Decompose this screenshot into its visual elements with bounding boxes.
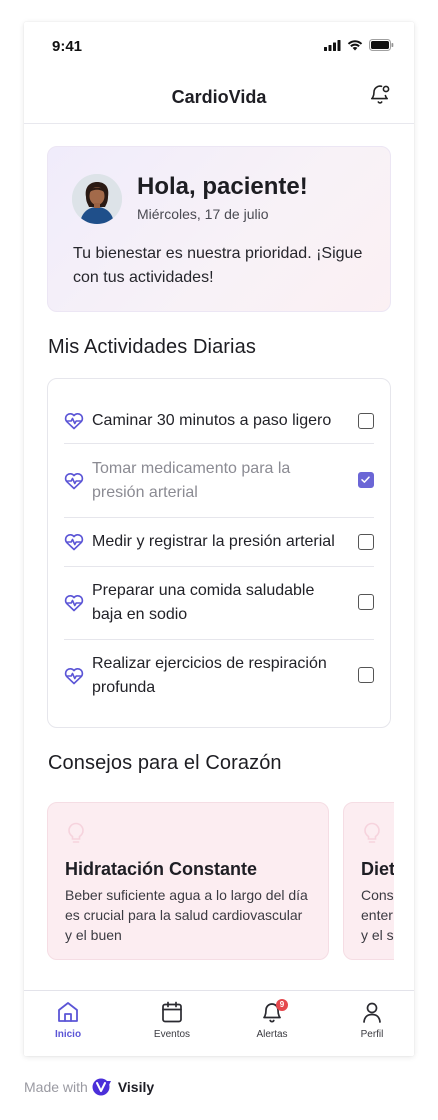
tips-title: Consejos para el Corazón (48, 752, 282, 774)
tab-label: Eventos (153, 1029, 191, 1040)
heart-pulse-icon (64, 473, 84, 490)
status-icons (324, 39, 394, 51)
home-icon (58, 1002, 78, 1022)
phone-frame: 9:41 CardioVida Hola, paciente! Miércole… (24, 22, 414, 1056)
greeting-message: Tu bienestar es nuestra prioridad. ¡Sigu… (73, 245, 363, 286)
divider (64, 443, 374, 444)
calendar-icon (162, 1001, 182, 1023)
divider (64, 639, 374, 640)
made-with-text: Made with (24, 1079, 88, 1095)
notifications-button[interactable] (368, 82, 392, 106)
heart-pulse-icon (64, 668, 84, 685)
avatar (72, 174, 122, 224)
bell-icon-wrap: 9 (259, 999, 288, 1025)
activity-label: Caminar 30 minutos a paso ligero (92, 412, 332, 429)
heart-pulse-icon (64, 595, 84, 612)
status-time: 9:41 (52, 38, 83, 55)
activity-item[interactable]: Medir y registrar la presión arterial (64, 530, 374, 554)
activity-label: Realizar ejercicios de respiración profu… (92, 655, 327, 696)
tip-card[interactable]: Hidratación Constante Beber suficiente a… (47, 802, 329, 960)
alert-count-badge: 9 (276, 999, 288, 1011)
user-icon (363, 1002, 381, 1023)
tip-text: Beber suficiente agua a lo largo del día… (65, 887, 308, 943)
activity-checkbox[interactable] (358, 667, 374, 683)
tab-alertas[interactable]: 9 Alertas (232, 999, 312, 1049)
status-bar: 9:41 (24, 22, 414, 70)
app-header: CardioVida (24, 70, 414, 124)
activity-checkbox-checked[interactable] (358, 472, 374, 488)
visily-brand: Visily (117, 1079, 155, 1095)
tip-title: Dieta (361, 859, 394, 879)
battery-icon (369, 39, 394, 51)
activity-label: Preparar una comida saludable baja en so… (92, 582, 315, 623)
tab-bar: Inicio Eventos 9 Alertas Perfil (24, 990, 414, 1056)
tip-title: Hidratación Constante (65, 859, 258, 879)
activity-checkbox[interactable] (358, 594, 374, 610)
heart-pulse-icon (64, 413, 84, 430)
tab-perfil[interactable]: Perfil (332, 999, 412, 1049)
tab-label: Alertas (256, 1029, 288, 1040)
check-icon (361, 476, 370, 483)
activities-card: Caminar 30 minutos a paso ligero Tomar m… (47, 378, 391, 728)
tab-inicio[interactable]: Inicio (28, 999, 108, 1049)
divider (64, 566, 374, 567)
tab-label: Inicio (54, 1029, 82, 1040)
tips-carousel[interactable]: Hidratación Constante Beber suficiente a… (47, 802, 394, 962)
signal-icon (324, 39, 341, 51)
app-title: CardioVida (171, 87, 267, 107)
activity-checkbox[interactable] (358, 413, 374, 429)
visily-logo-icon (92, 1078, 111, 1096)
made-with-footer[interactable]: Made with Visily (24, 1078, 154, 1096)
activity-item[interactable]: Preparar una comida saludable baja en so… (64, 579, 374, 627)
heart-pulse-icon (64, 534, 84, 551)
greeting-title: Hola, paciente! (137, 173, 308, 200)
divider (64, 517, 374, 518)
lightbulb-icon (364, 822, 380, 843)
greeting-card: Hola, paciente! Miércoles, 17 de julio T… (47, 146, 391, 312)
activity-checkbox[interactable] (358, 534, 374, 550)
activities-title: Mis Actividades Diarias (48, 336, 256, 358)
tip-text: Cons enter y el s (361, 887, 394, 943)
wifi-icon (347, 40, 363, 51)
tab-label: Perfil (360, 1029, 384, 1040)
bell-settings-icon (371, 85, 390, 104)
activity-item[interactable]: Tomar medicamento para la presión arteri… (64, 457, 374, 505)
tab-eventos[interactable]: Eventos (132, 999, 212, 1049)
activity-item[interactable]: Caminar 30 minutos a paso ligero (64, 409, 374, 433)
activity-item[interactable]: Realizar ejercicios de respiración profu… (64, 652, 374, 700)
tip-card[interactable]: Dieta Cons enter y el s (343, 802, 394, 960)
activity-label: Tomar medicamento para la presión arteri… (92, 460, 291, 501)
activity-label: Medir y registrar la presión arterial (92, 533, 335, 550)
greeting-date: Miércoles, 17 de julio (137, 206, 269, 222)
lightbulb-icon (68, 822, 84, 843)
